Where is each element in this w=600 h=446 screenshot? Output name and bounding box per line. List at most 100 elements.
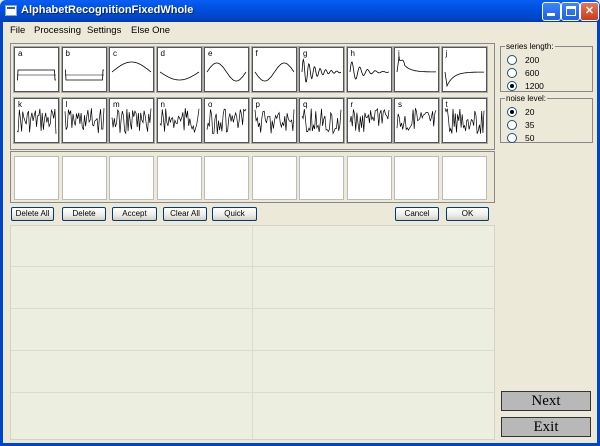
prototype-letter: t [445,100,448,109]
menu-file[interactable]: File [10,25,25,36]
delete-button[interactable]: Delete [62,207,106,221]
menu-processing[interactable]: Processing [34,25,81,36]
prototype-cell-g[interactable]: g [298,46,345,93]
series-length-option-200[interactable]: 200 [507,55,587,66]
prototype-cell-h[interactable]: h [345,46,393,93]
minimize-button[interactable] [542,2,561,21]
window-title: AlphabetRecognitionFixedWhole [21,4,194,16]
prototype-letter: d [160,49,165,58]
selection-slot[interactable] [394,156,439,200]
prototype-letter: l [65,100,68,109]
prototype-cell-c[interactable]: c [108,46,155,93]
radio-button-selected[interactable] [507,107,517,117]
selection-slot[interactable] [14,156,59,200]
cancel-button[interactable]: Cancel [395,207,439,221]
clear-all-button[interactable]: Clear All [163,207,207,221]
radio-label: 600 [525,68,540,78]
grid-divider [11,350,494,351]
selection-slot[interactable] [299,156,344,200]
menu-settings[interactable]: Settings [87,25,121,36]
prototype-cell-k[interactable]: k [13,97,60,144]
prototype-letter: b [65,49,70,58]
radio-label: 50 [525,133,535,143]
radio-button[interactable] [507,120,517,130]
waveform-plot [444,108,484,134]
prototype-cell-f[interactable]: f [250,46,298,93]
prototype-cell-s[interactable]: s [393,97,440,144]
prototype-letter: k [18,100,22,109]
prototype-cell-p[interactable]: p [250,97,298,144]
selection-slot[interactable] [109,156,154,200]
prototype-cell-t[interactable]: t [440,97,488,144]
title-bar[interactable]: AlphabetRecognitionFixedWhole ✕ [0,0,600,22]
waveform-plot [349,107,389,133]
prototype-letter: f [255,49,258,58]
prototype-letter: s [398,100,402,109]
delete-all-button[interactable]: Delete All [11,207,54,221]
selection-slot[interactable] [61,156,107,200]
radio-label: 1200 [525,81,544,91]
prototype-cell-m[interactable]: m [108,97,155,144]
menu-bar: File Processing Settings Else One [3,22,597,38]
selection-slot[interactable] [346,156,392,200]
selection-slot[interactable] [441,156,487,200]
series-length-option-1200[interactable]: 1200 [507,81,587,92]
grid-divider [11,392,494,393]
prototype-cell-i[interactable]: i [393,46,440,93]
selection-panel [10,151,495,203]
series-length-option-600[interactable]: 600 [507,68,587,79]
radio-label: 20 [525,107,535,117]
prototype-letter: h [350,49,355,58]
prototype-cell-d[interactable]: d [155,46,203,93]
minimize-icon [547,13,555,16]
grid-divider [11,266,494,267]
grid-divider [252,226,253,439]
close-button[interactable]: ✕ [580,2,599,21]
radio-button-selected[interactable] [507,81,517,91]
radio-button[interactable] [507,55,517,65]
selection-slot[interactable] [251,156,297,200]
prototype-cell-j[interactable]: j [440,46,488,93]
noise-level-option-20[interactable]: 20 [507,107,587,118]
exit-button[interactable]: Exit [501,417,591,437]
next-button[interactable]: Next [501,391,591,411]
menu-else-one[interactable]: Else One [131,25,170,36]
waveform-plot [444,71,484,88]
ok-button[interactable]: OK [446,207,489,221]
radio-button[interactable] [507,68,517,78]
waveform-plot [396,55,436,73]
waveform-plot [64,108,104,134]
prototype-cell-n[interactable]: n [155,97,203,144]
noise-level-option-50[interactable]: 50 [507,133,587,144]
prototype-letter: o [208,100,213,109]
prototype-cell-a[interactable]: a [13,46,60,93]
prototype-letter: c [113,49,117,58]
prototype-cell-b[interactable]: b [60,46,108,93]
prototype-cell-q[interactable]: q [298,97,345,144]
prototype-letter: g [303,49,308,58]
output-area[interactable] [10,225,495,440]
prototype-cell-o[interactable]: o [203,97,250,144]
quick-button[interactable]: Quick [212,207,257,221]
grid-divider [11,308,494,309]
accept-button[interactable]: Accept [112,207,157,221]
prototype-letter: n [160,100,165,109]
client-area: a b c d e f g h i j k l m n o p q r s t Delete All Delete A… [3,38,597,443]
prototype-letter: m [113,100,120,109]
maximize-button[interactable] [561,2,580,21]
radio-label: 35 [525,120,535,130]
noise-level-option-35[interactable]: 35 [507,120,587,131]
prototype-letter: i [398,49,400,58]
prototype-cell-r[interactable]: r [345,97,393,144]
prototype-cell-l[interactable]: l [60,97,108,144]
prototype-letter: j [445,49,448,58]
prototype-cell-e[interactable]: e [203,46,250,93]
prototype-letter: p [255,100,260,109]
radio-label: 200 [525,55,540,65]
waveform-plot [254,62,294,82]
prototype-letter: r [350,100,354,109]
series-length-title: series length: [505,42,555,51]
selection-slot[interactable] [204,156,249,200]
selection-slot[interactable] [156,156,202,200]
radio-button[interactable] [507,133,517,143]
